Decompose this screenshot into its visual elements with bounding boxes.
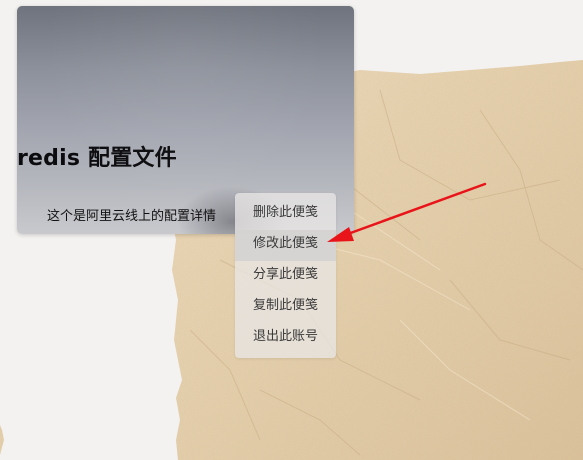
context-menu: 删除此便笺 修改此便笺 分享此便笺 复制此便笺 退出此账号 [235, 193, 336, 358]
note-body-text: 这个是阿里云线上的配置详情 [47, 209, 217, 224]
menu-item-copy-note[interactable]: 复制此便笺 [235, 292, 336, 323]
desktop-stage: redis 配置文件 这个是阿里云线上的配置详情 删除此便笺 修改此便笺 分享此… [0, 0, 583, 460]
menu-item-logout-account[interactable]: 退出此账号 [235, 323, 336, 354]
menu-item-delete-note[interactable]: 删除此便笺 [235, 199, 336, 230]
menu-item-edit-note[interactable]: 修改此便笺 [235, 230, 336, 261]
note-title: redis 配置文件 [17, 146, 177, 171]
menu-item-share-note[interactable]: 分享此便笺 [235, 261, 336, 292]
